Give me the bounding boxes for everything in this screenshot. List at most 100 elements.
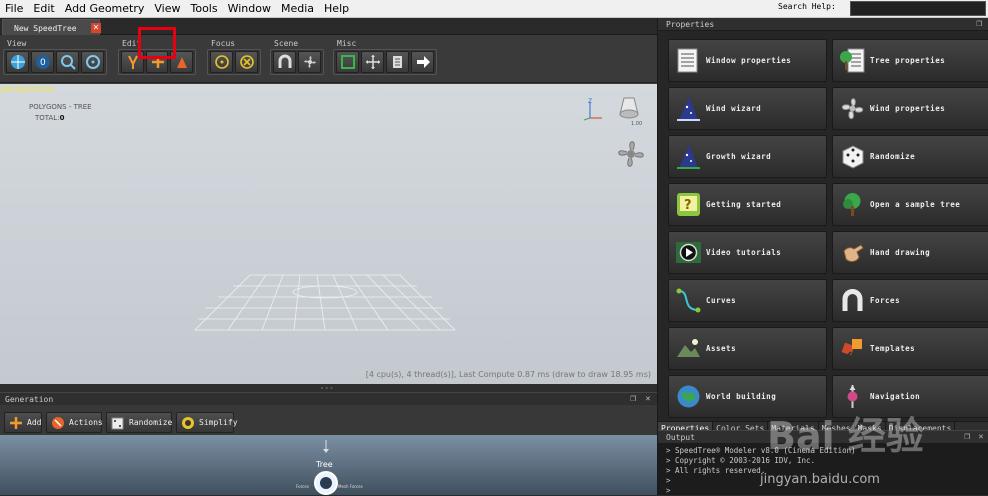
fan-icon[interactable] — [298, 51, 321, 73]
square-icon[interactable] — [336, 51, 359, 73]
wizard-hat-icon — [677, 97, 700, 121]
arrow-right-icon[interactable] — [411, 51, 434, 73]
globe-icon[interactable] — [6, 51, 29, 73]
generation-toolbar: Add Actions Randomize Simplify — [0, 405, 657, 435]
tile-curves[interactable]: Curves — [668, 279, 827, 322]
close-icon[interactable]: ✕ — [645, 395, 651, 403]
search-help-input[interactable] — [850, 1, 986, 16]
document-tab[interactable]: New SpeedTree ✕ — [2, 19, 101, 35]
output-title: Output — [666, 433, 695, 442]
toolbar-group-scene: Scene — [270, 39, 326, 77]
tile-tree-properties[interactable]: Tree properties — [832, 39, 988, 82]
generation-title: Generation — [5, 395, 54, 404]
highlight-box — [138, 27, 176, 59]
toolbar-group-label: Focus — [211, 39, 236, 48]
restore-icon[interactable]: ❐ — [630, 395, 636, 403]
properties-title: Properties — [666, 20, 715, 29]
tile-getting-started[interactable]: ? Getting started — [668, 183, 827, 226]
export-icon[interactable] — [386, 51, 409, 73]
menu-help[interactable]: Help — [319, 0, 354, 18]
magnet-icon[interactable] — [273, 51, 296, 73]
wizard-hat-icon — [677, 145, 700, 169]
zoom-icon[interactable] — [56, 51, 79, 73]
world-icon — [677, 385, 700, 408]
generation-graph[interactable]: Tree Forces Mesh Forces — [0, 435, 657, 495]
toolbar-group-misc: Misc — [333, 39, 439, 77]
restore-icon[interactable]: ❐ — [976, 20, 982, 28]
forces-node-label: Forces — [296, 484, 309, 489]
actions-icon — [52, 417, 64, 429]
menu-add-geometry[interactable]: Add Geometry — [60, 0, 150, 18]
tile-randomize[interactable]: Randomize — [832, 135, 988, 178]
baidu-watermark: Bai 经验 — [767, 414, 924, 458]
toolbar-group-label: Scene — [274, 39, 299, 48]
generation-header: Generation ❐ ✕ — [0, 392, 657, 405]
toolbar-group-view: View 0 — [3, 39, 109, 77]
tree-node-icon[interactable] — [313, 470, 339, 496]
tile-wind-properties[interactable]: Wind properties — [832, 87, 988, 130]
tile-hand-drawing[interactable]: Hand drawing — [832, 231, 988, 274]
main-toolbar: View 0 Edit Focus Scene Misc — [0, 35, 657, 83]
tree-node-label: Tree — [316, 460, 333, 469]
close-icon[interactable]: ✕ — [978, 433, 984, 441]
menu-file[interactable]: File — [0, 0, 28, 18]
properties-header: Properties ❐ — [658, 18, 988, 31]
splitter-handle[interactable]: ∘∘∘ — [0, 384, 657, 392]
tree-props-icon — [840, 48, 865, 73]
menu-edit[interactable]: Edit — [28, 0, 59, 18]
main-area: New SpeedTree ✕ View 0 Edit Focus Scene … — [0, 18, 657, 495]
simplify-icon — [182, 417, 194, 429]
viewport-3d[interactable]: perspective POLYGONS - TREE TOTAL:0 Z 1.… — [0, 84, 657, 384]
add-button[interactable]: Add — [4, 412, 42, 433]
svg-text:0: 0 — [40, 58, 46, 68]
tile-growth-wizard[interactable]: Growth wizard — [668, 135, 827, 178]
menu-view[interactable]: View — [149, 0, 185, 18]
toolbar-group-label: View — [7, 39, 27, 48]
compute-status: [4 cpu(s), 4 thread(s)], Last Compute 0.… — [365, 370, 651, 379]
tile-templates[interactable]: Templates — [832, 327, 988, 370]
svg-text:Z: Z — [588, 98, 592, 105]
target-icon[interactable] — [81, 51, 104, 73]
magnet-icon — [842, 289, 863, 311]
close-icon[interactable]: ✕ — [91, 23, 101, 33]
window-props-icon — [677, 48, 698, 73]
template-icon — [841, 339, 862, 360]
randomize-button[interactable]: Randomize — [106, 412, 172, 433]
tile-open-sample-tree[interactable]: Open a sample tree — [832, 183, 988, 226]
tile-window-properties[interactable]: Window properties — [668, 39, 827, 82]
dice-icon — [842, 145, 864, 169]
search-help-label: Search Help: — [778, 2, 836, 11]
focus-circle-icon[interactable] — [210, 51, 233, 73]
move-icon[interactable] — [361, 51, 384, 73]
curve-icon — [676, 288, 701, 313]
ground-grid — [194, 274, 456, 331]
simplify-button[interactable]: Simplify — [176, 412, 238, 433]
svg-text:?: ? — [684, 198, 692, 213]
actions-button[interactable]: Actions — [46, 412, 103, 433]
camera-lens-icon[interactable] — [617, 96, 641, 122]
menu-tools[interactable]: Tools — [186, 0, 223, 18]
menu-bar: File Edit Add Geometry View Tools Window… — [0, 0, 988, 18]
toolbar-group-focus: Focus — [207, 39, 263, 77]
focus-x-icon[interactable] — [235, 51, 258, 73]
polygons-label: POLYGONS - TREE — [29, 103, 92, 111]
zoom-level: 1.00 — [631, 121, 643, 127]
hand-icon — [843, 244, 864, 262]
menu-media[interactable]: Media — [276, 0, 319, 18]
watermark-url: jingyan.baidu.com — [760, 472, 880, 487]
menu-window[interactable]: Window — [223, 0, 276, 18]
zero-icon[interactable]: 0 — [31, 51, 54, 73]
tile-wind-wizard[interactable]: Wind wizard — [668, 87, 827, 130]
wind-fan-icon[interactable] — [614, 137, 648, 171]
axis-gizmo-icon: Z — [583, 98, 602, 121]
viewport-mode-label[interactable]: perspective — [1, 85, 54, 95]
restore-icon[interactable]: ❐ — [964, 433, 970, 441]
tile-video-tutorials[interactable]: Video tutorials — [668, 231, 827, 274]
total-label: TOTAL:0 — [35, 114, 65, 122]
plus-icon — [10, 417, 22, 429]
tile-assets[interactable]: Assets — [668, 327, 827, 370]
document-tab-title: New SpeedTree — [14, 24, 77, 33]
toolbar-group-label: Misc — [337, 39, 357, 48]
play-icon — [676, 242, 701, 263]
tile-forces[interactable]: Forces — [832, 279, 988, 322]
